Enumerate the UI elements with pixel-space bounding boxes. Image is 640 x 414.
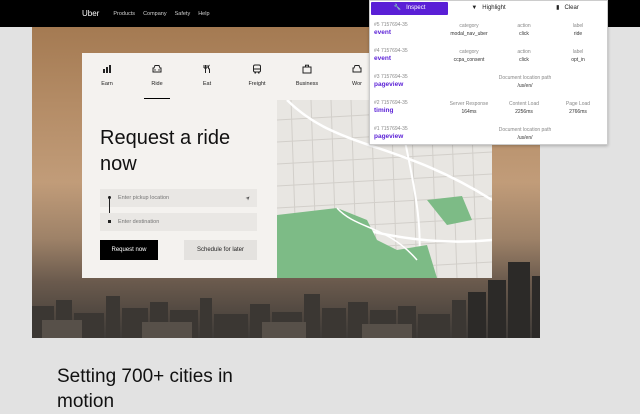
- hit-row[interactable]: #4 7157694-35 event category ccpa_consent…: [370, 47, 609, 73]
- field-key: Server Response: [449, 101, 489, 107]
- uber-logo[interactable]: Uber: [82, 9, 99, 18]
- trash-icon: ▮: [556, 5, 560, 11]
- hit-id: #4 7157694-35: [374, 48, 408, 54]
- field-key: category: [459, 23, 479, 29]
- hit-row[interactable]: #2 7157694-35 timing Server Response 164m…: [370, 99, 609, 125]
- debugger-toolbar: 🔧 Inspect ▼ Highlight ▮ Clear: [370, 1, 607, 16]
- car-icon: [352, 65, 362, 73]
- field-key: label: [572, 49, 584, 55]
- field-value: /us/en/: [517, 83, 533, 89]
- field-key: Content Load: [508, 101, 540, 107]
- field-value: 2256ms: [515, 109, 533, 115]
- highlight-label: Highlight: [482, 5, 506, 11]
- nav-link-safety[interactable]: Safety: [175, 11, 191, 17]
- hit-row[interactable]: #1 7157694-35 pageview Document location…: [370, 125, 609, 151]
- schedule-later-button[interactable]: Schedule for later: [184, 240, 257, 260]
- fork-knife-icon: [203, 64, 210, 73]
- marker-icon: ▼: [471, 5, 478, 11]
- field-key: action: [517, 49, 531, 55]
- field-value: 2766ms: [569, 109, 587, 115]
- tab-label: Earn: [101, 81, 113, 87]
- truck-icon: [253, 64, 261, 74]
- field-key: Document location path: [498, 127, 552, 133]
- hit-type: pageview: [374, 81, 404, 88]
- hit-type: timing: [374, 107, 394, 114]
- hit-type: pageview: [374, 133, 404, 140]
- field-value: ride: [573, 31, 583, 37]
- nav-link-products[interactable]: Products: [113, 11, 135, 17]
- inspect-button[interactable]: 🔧 Inspect: [371, 2, 448, 15]
- tab-label: Business: [295, 81, 319, 87]
- hit-id: #2 7157694-35: [374, 100, 408, 106]
- hit-id: #1 7157694-35: [374, 126, 408, 132]
- hit-type: event: [374, 55, 391, 62]
- bar-chart-icon: [103, 65, 111, 73]
- hit-id: #3 7157694-35: [374, 74, 408, 80]
- field-value: ccpa_consent: [453, 57, 485, 63]
- briefcase-icon: [302, 64, 312, 74]
- request-now-button[interactable]: Request now: [100, 240, 158, 260]
- field-key: label: [572, 23, 584, 29]
- car-icon: [152, 65, 162, 73]
- tab-freight[interactable]: Freight: [232, 53, 282, 99]
- tab-eat[interactable]: Eat: [182, 53, 232, 99]
- field-key: Document location path: [498, 75, 552, 81]
- tab-earn[interactable]: Earn: [82, 53, 132, 99]
- destination-square-icon: [108, 220, 111, 223]
- field-value: 164ms: [461, 109, 477, 115]
- product-tabs: Earn Ride Eat Freight Business Wor: [82, 53, 382, 99]
- tab-label: Ride: [151, 81, 163, 87]
- inspect-label: Inspect: [406, 5, 426, 11]
- field-key: action: [517, 23, 531, 29]
- destination-input[interactable]: [100, 213, 257, 231]
- cities-section: Setting 700+ cities in motion: [0, 338, 640, 412]
- hit-row[interactable]: #5 7157694-35 event category modal_nav_ub…: [370, 21, 609, 47]
- hit-row[interactable]: #3 7157694-35 pageview Document location…: [370, 73, 609, 99]
- field-value: click: [519, 31, 529, 37]
- tab-label: Freight: [248, 81, 266, 87]
- field-value: modal_nav_uber: [450, 31, 488, 37]
- field-key: category: [459, 49, 479, 55]
- tab-label: Eat: [202, 81, 212, 87]
- highlight-button[interactable]: ▼ Highlight: [450, 2, 527, 15]
- tab-ride[interactable]: Ride: [132, 53, 182, 99]
- pickup-input[interactable]: [100, 189, 257, 207]
- page-title: Request a ride now: [100, 127, 231, 175]
- nav-link-help[interactable]: Help: [198, 11, 209, 17]
- wrench-icon: 🔧: [393, 5, 402, 11]
- section-heading: Setting 700+ cities in motion: [57, 366, 233, 412]
- location-arrow-icon[interactable]: [245, 196, 250, 201]
- nav-link-company[interactable]: Company: [143, 11, 167, 17]
- analytics-debugger-panel: 🔧 Inspect ▼ Highlight ▮ Clear #5 7157694-35…: [369, 0, 608, 145]
- tab-business[interactable]: Business: [282, 53, 332, 99]
- field-key: Page Load: [565, 101, 591, 107]
- clear-button[interactable]: ▮ Clear: [529, 2, 606, 15]
- field-value: /us/en/: [517, 135, 533, 141]
- field-value: click: [519, 57, 529, 63]
- clear-label: Clear: [564, 5, 579, 11]
- hit-type: event: [374, 29, 391, 36]
- hit-id: #5 7157694-35: [374, 22, 408, 28]
- field-value: opt_in: [571, 57, 585, 63]
